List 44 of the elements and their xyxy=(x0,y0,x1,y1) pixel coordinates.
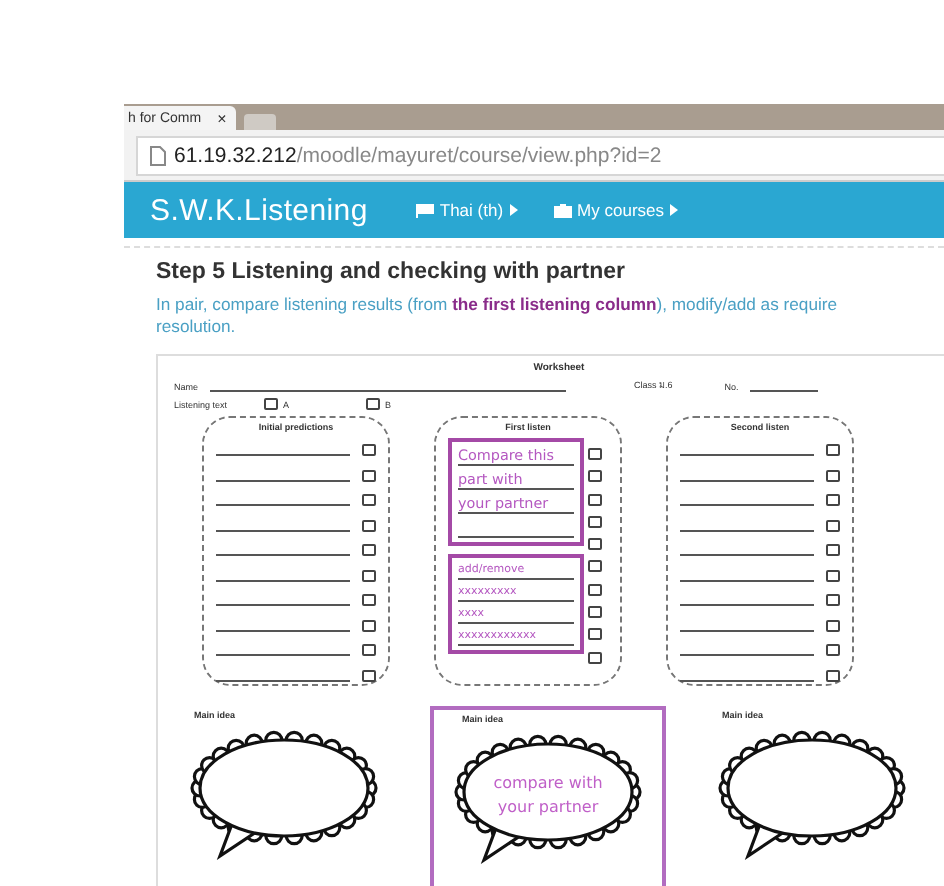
step-heading: Step 5 Listening and checking with partner xyxy=(156,260,628,284)
checkbox[interactable] xyxy=(362,619,376,631)
checkbox[interactable] xyxy=(588,470,602,483)
checkbox[interactable] xyxy=(826,519,840,531)
checkbox[interactable] xyxy=(263,398,278,410)
checkbox[interactable] xyxy=(362,444,376,456)
checkbox[interactable] xyxy=(826,544,840,556)
checkbox[interactable] xyxy=(588,651,602,664)
checkbox[interactable] xyxy=(826,669,840,681)
checkbox[interactable] xyxy=(588,515,602,528)
checkbox[interactable] xyxy=(588,560,602,573)
checkbox[interactable] xyxy=(826,569,840,581)
briefcase-icon xyxy=(553,203,572,217)
checkbox[interactable] xyxy=(362,544,376,556)
checkbox[interactable] xyxy=(588,493,602,506)
instruction-text: In pair, compare listening results (from the first listening column), modify/add as require xyxy=(156,294,840,316)
checkbox[interactable] xyxy=(362,669,376,681)
checkbox[interactable] xyxy=(588,583,602,596)
caret-icon xyxy=(509,204,518,216)
checkbox[interactable] xyxy=(362,469,376,481)
checkbox[interactable] xyxy=(362,644,376,656)
close-icon[interactable]: × xyxy=(217,109,227,127)
instruction-text: resolution. xyxy=(156,316,238,338)
checkbox[interactable] xyxy=(588,628,602,641)
checkbox[interactable] xyxy=(826,494,840,506)
checkbox[interactable] xyxy=(826,444,840,456)
flag-icon xyxy=(415,203,434,217)
checkbox[interactable] xyxy=(826,619,840,631)
checkbox[interactable] xyxy=(588,606,602,619)
checkbox[interactable] xyxy=(826,644,840,656)
checkbox[interactable] xyxy=(588,448,602,460)
handwritten-note: your partner xyxy=(497,798,599,816)
checkbox[interactable] xyxy=(365,398,380,410)
address-field[interactable]: 61.19.32.212/moodle/mayuret/course/view.php?id=2 xyxy=(136,135,944,175)
checkbox[interactable] xyxy=(826,594,840,606)
checkbox[interactable] xyxy=(362,569,376,581)
checkbox[interactable] xyxy=(362,594,376,606)
page-icon xyxy=(150,145,166,165)
caret-icon xyxy=(670,204,679,216)
checkbox[interactable] xyxy=(588,538,602,551)
checkbox[interactable] xyxy=(826,469,840,481)
handwritten-note: compare with xyxy=(493,774,603,792)
checkbox[interactable] xyxy=(362,494,376,506)
checkbox[interactable] xyxy=(362,519,376,531)
